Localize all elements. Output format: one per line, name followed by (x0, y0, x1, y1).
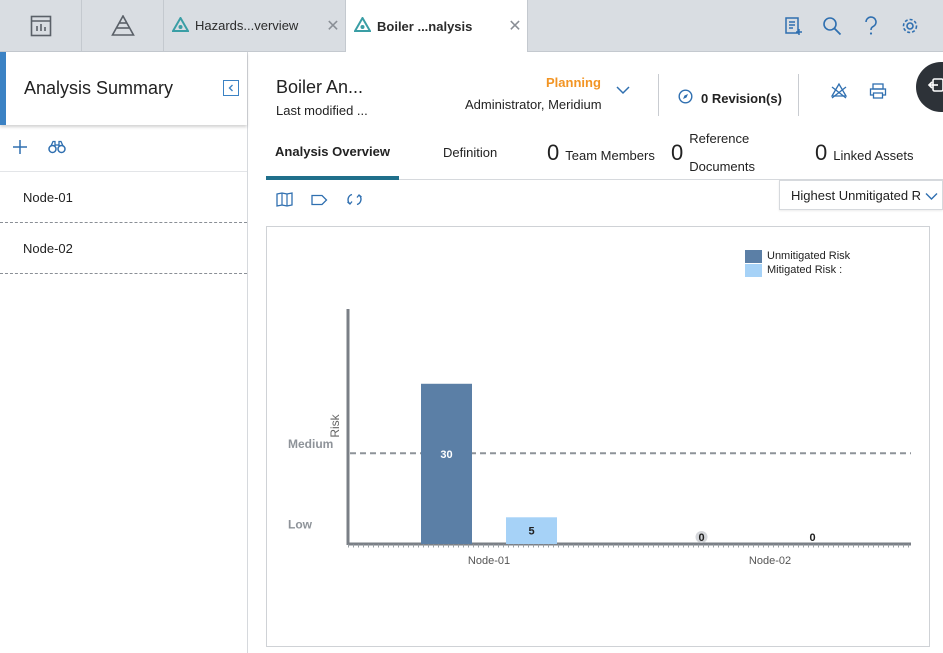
analysis-summary-panel: Analysis Summary Node-01 Node-02 (0, 52, 248, 653)
panel-header: Analysis Summary (0, 52, 247, 125)
category-label: Node-01 (468, 555, 510, 567)
list-item[interactable]: Node-02 (0, 223, 247, 274)
data-label: 5 (528, 526, 534, 538)
binoculars-icon[interactable] (48, 140, 66, 159)
tab-label: Boiler ...nalysis (377, 18, 473, 34)
category-labels: Node-01 Node-02 (468, 555, 791, 567)
panel-title: Analysis Summary (24, 78, 174, 98)
revisions-button[interactable]: 0 Revision(s) (678, 89, 782, 107)
tab-linked-assets[interactable]: 0 Linked Assets (815, 126, 913, 179)
tab-label-line: Documents (689, 158, 755, 174)
bar (421, 383, 472, 544)
tab-label: Definition (443, 145, 498, 160)
compass-icon (678, 89, 693, 107)
global-toolbar (773, 0, 929, 51)
tab-boiler-analysis[interactable]: Boiler ...nalysis ✕ (346, 0, 528, 52)
search-icon[interactable] (812, 0, 851, 51)
legend-swatch (745, 249, 762, 263)
chart-legend: Unmitigated Risk Mitigated Risk : (745, 249, 850, 277)
hazop-triangle-icon (171, 15, 190, 35)
side-panel-toggle-button[interactable] (916, 62, 943, 112)
close-icon[interactable]: ✕ (503, 16, 527, 36)
linked-assets-count: 0 (815, 139, 828, 165)
tab-label: Hazards...verview (195, 18, 299, 33)
refresh-icon[interactable] (346, 192, 363, 212)
category-label: Node-02 (749, 555, 791, 567)
help-icon[interactable] (851, 0, 890, 51)
gear-icon[interactable] (890, 0, 929, 51)
tab-label: Team Members (565, 148, 655, 163)
report-add-icon[interactable] (773, 0, 812, 51)
close-icon[interactable]: ✕ (321, 16, 345, 36)
divider (798, 74, 799, 116)
add-icon[interactable] (12, 139, 28, 160)
last-modified-text: Last modified ... (276, 103, 368, 118)
tab-label-line: Reference (689, 130, 750, 146)
reference-lines: Medium Low (288, 437, 911, 531)
panel-toolbar (0, 128, 247, 172)
tag-icon[interactable] (311, 193, 328, 211)
chevron-down-icon[interactable] (616, 82, 630, 100)
legend-swatch (745, 263, 762, 277)
tab-definition[interactable]: Definition (443, 126, 497, 179)
chevron-down-icon (925, 189, 938, 204)
legend-label: Mitigated Risk : (767, 264, 843, 276)
hierarchy-pyramid-icon[interactable] (82, 0, 164, 51)
legend-item: Unmitigated Risk (745, 249, 850, 263)
team-count: 0 (547, 139, 560, 165)
tab-reference-documents[interactable]: 0 Reference Documents (671, 126, 755, 179)
risk-type-dropdown[interactable]: Highest Unmitigated R (779, 180, 943, 210)
exit-arrow-icon (927, 77, 943, 98)
legend-item: Mitigated Risk : (745, 263, 850, 277)
collapse-panel-icon[interactable] (223, 80, 239, 96)
risk-chart: Risk Medium Low 30 5 0 0 Node-01 Node-02 Unmi… (266, 226, 930, 647)
y-axis-label: Risk (328, 413, 342, 437)
analysis-subtabs: Analysis Overview Definition 0 Team Memb… (266, 126, 943, 180)
tab-label: Reference Documents (689, 125, 755, 181)
analysis-main: Boiler An... Last modified ... Planning … (248, 52, 943, 653)
tab-hazards-overview[interactable]: Hazards...verview ✕ (164, 0, 346, 51)
list-item[interactable]: Node-01 (0, 172, 247, 223)
reference-label: Low (288, 517, 313, 531)
reference-count: 0 (671, 139, 684, 165)
chart-toolbar (276, 192, 363, 212)
divider (658, 74, 659, 116)
data-label: 0 (809, 532, 815, 544)
tab-label: Linked Assets (833, 148, 914, 163)
hazard-tree-icon[interactable] (830, 82, 848, 105)
hazop-triangle-icon (353, 15, 372, 35)
bar-group: 30 5 0 0 (421, 383, 816, 544)
dashboard-icon[interactable] (0, 0, 82, 51)
data-label: 0 (698, 532, 704, 544)
state-owner: Administrator, Meridium (465, 97, 602, 112)
legend-label: Unmitigated Risk (767, 250, 851, 262)
tab-team-members[interactable]: 0 Team Members (547, 126, 655, 179)
dropdown-value: Highest Unmitigated R (791, 187, 922, 203)
data-label: 30 (440, 449, 452, 461)
risk-bar-chart: Risk Medium Low 30 5 0 0 Node-01 Node-02 (288, 309, 911, 567)
top-tab-bar: Hazards...verview ✕ Boiler ...nalysis ✕ (0, 0, 943, 52)
tab-label: Analysis Overview (275, 143, 390, 159)
revisions-label: 0 Revision(s) (701, 90, 782, 106)
map-icon[interactable] (276, 192, 293, 212)
tab-analysis-overview[interactable]: Analysis Overview (266, 126, 399, 180)
print-icon[interactable] (869, 82, 887, 105)
state-label[interactable]: Planning (546, 75, 601, 90)
page-title: Boiler An... (276, 77, 364, 97)
reference-label: Medium (288, 437, 333, 451)
